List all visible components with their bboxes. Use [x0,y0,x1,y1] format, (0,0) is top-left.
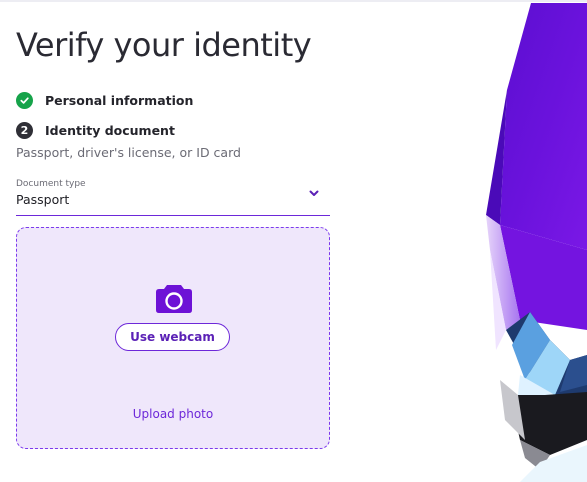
step-label: Personal information [45,92,194,108]
step-personal-information: Personal information [16,90,193,110]
step-subtitle: Passport, driver's license, or ID card [16,145,241,160]
camera-icon [156,285,192,313]
document-type-label: Document type [16,179,86,189]
step-identity-document: 2 Identity document [16,120,175,140]
upload-photo-link[interactable]: Upload photo [17,407,329,421]
check-icon [16,91,33,109]
page-title: Verify your identity [16,26,312,64]
chevron-down-icon[interactable] [308,187,320,199]
step-number-badge: 2 [16,121,33,139]
use-webcam-button[interactable]: Use webcam [115,323,230,351]
document-upload-dropzone[interactable]: Use webcam Upload photo [16,227,330,449]
step-label: Identity document [45,122,175,138]
document-type-value: Passport [16,192,70,207]
document-type-select[interactable]: Document type Passport [16,178,330,216]
